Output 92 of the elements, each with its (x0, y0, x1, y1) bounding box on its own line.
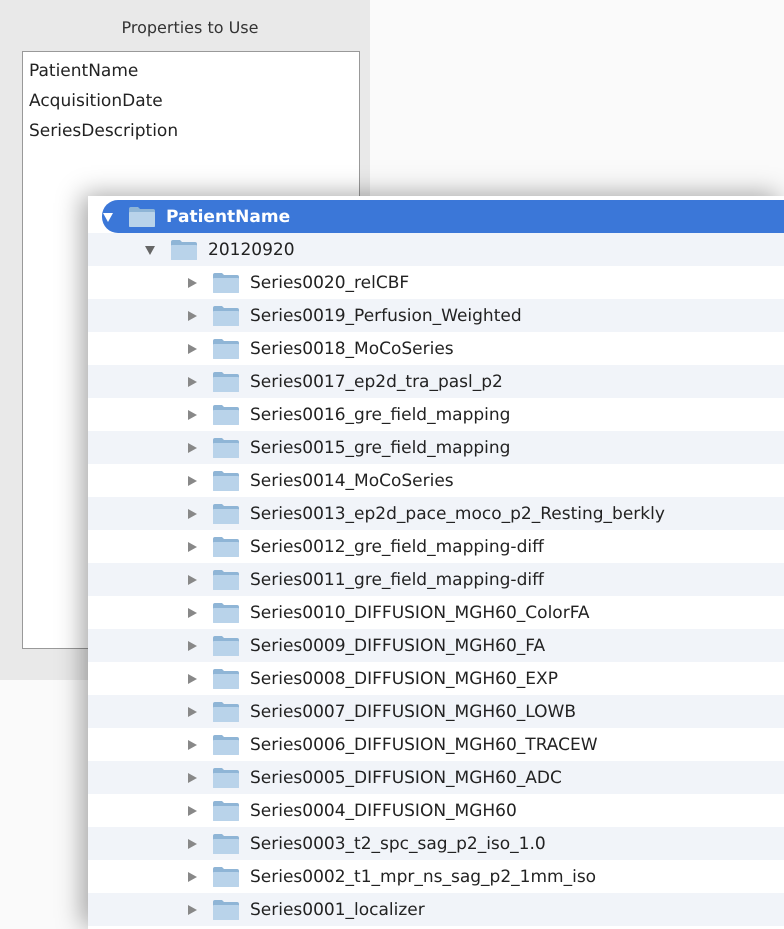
folder-label: Series0017_ep2d_tra_pasl_p2 (250, 372, 503, 392)
tree-row[interactable]: Series0015_gre_field_mapping (88, 431, 784, 464)
expand-triangle-icon[interactable] (186, 738, 198, 750)
folder-label: Series0002_t1_mpr_ns_sag_p2_1mm_iso (250, 866, 596, 886)
folder-icon (212, 634, 240, 656)
folder-label: Series0006_DIFFUSION_MGH60_TRACEW (250, 734, 598, 754)
tree-row[interactable]: Series0007_DIFFUSION_MGH60_LOWB (88, 695, 784, 728)
tree-row[interactable]: Series0012_gre_field_mapping-diff (88, 530, 784, 563)
expand-triangle-icon[interactable] (186, 376, 198, 388)
tree-row[interactable]: Series0002_t1_mpr_ns_sag_p2_1mm_iso (88, 860, 784, 893)
tree-row[interactable]: Series0014_MoCoSeries (88, 464, 784, 497)
folder-label: Series0008_DIFFUSION_MGH60_EXP (250, 668, 558, 688)
folder-label: Series0018_MoCoSeries (250, 338, 454, 358)
folder-icon (212, 470, 240, 492)
tree-row[interactable]: PatientName (102, 200, 784, 233)
folder-label: Series0011_gre_field_mapping-diff (250, 570, 544, 590)
folder-label: Series0016_gre_field_mapping (250, 404, 510, 424)
expand-triangle-icon[interactable] (186, 804, 198, 816)
folder-icon (212, 700, 240, 722)
folder-icon (212, 832, 240, 854)
tree-row[interactable]: Series0009_DIFFUSION_MGH60_FA (88, 629, 784, 662)
folder-label: Series0009_DIFFUSION_MGH60_FA (250, 636, 546, 656)
folder-icon (170, 238, 198, 260)
tree-row[interactable]: Series0017_ep2d_tra_pasl_p2 (88, 365, 784, 398)
folder-label: Series0019_Perfusion_Weighted (250, 306, 522, 326)
tree-row[interactable]: Series0006_DIFFUSION_MGH60_TRACEW (88, 728, 784, 761)
expand-triangle-icon[interactable] (186, 606, 198, 618)
folder-label: Series0015_gre_field_mapping (250, 438, 510, 458)
property-item[interactable]: SeriesDescription (29, 116, 178, 146)
folder-label: 20120920 (208, 240, 295, 260)
folder-label: Series0004_DIFFUSION_MGH60 (250, 800, 517, 820)
expand-triangle-icon[interactable] (186, 772, 198, 784)
tree-row[interactable]: Series0013_ep2d_pace_moco_p2_Resting_berkly (88, 497, 784, 530)
folder-label: PatientName (166, 206, 290, 226)
tree-row[interactable]: Series0010_DIFFUSION_MGH60_ColorFA (88, 596, 784, 629)
folder-label: Series0003_t2_spc_sag_p2_iso_1.0 (250, 834, 546, 854)
folder-icon (212, 536, 240, 558)
property-item[interactable]: PatientName (29, 56, 138, 86)
folder-label: Series0010_DIFFUSION_MGH60_ColorFA (250, 602, 590, 622)
tree-row[interactable]: Series0016_gre_field_mapping (88, 398, 784, 431)
folder-label: Series0001_localizer (250, 900, 425, 920)
tree-row[interactable]: Series0008_DIFFUSION_MGH60_EXP (88, 662, 784, 695)
folder-icon (212, 734, 240, 756)
panel-title: Properties to Use (122, 18, 258, 37)
tree-row[interactable]: Series0018_MoCoSeries (88, 332, 784, 365)
property-item[interactable]: AcquisitionDate (29, 86, 163, 116)
tree-row[interactable]: Series0003_t2_spc_sag_p2_iso_1.0 (88, 827, 784, 860)
folder-label: Series0014_MoCoSeries (250, 470, 454, 490)
folder-label: Series0005_DIFFUSION_MGH60_ADC (250, 768, 562, 788)
tree-row[interactable]: 20120920 (88, 233, 784, 266)
folder-label: Series0012_gre_field_mapping-diff (250, 536, 544, 556)
expand-triangle-icon[interactable] (186, 838, 198, 850)
expand-triangle-icon[interactable] (186, 574, 198, 586)
expand-triangle-icon[interactable] (186, 672, 198, 684)
folder-icon (212, 800, 240, 822)
folder-icon (212, 502, 240, 524)
folder-icon (212, 436, 240, 458)
folder-icon (212, 370, 240, 392)
folder-icon (212, 338, 240, 360)
tree-row[interactable]: Series0019_Perfusion_Weighted (88, 299, 784, 332)
expand-triangle-icon[interactable] (186, 310, 198, 322)
expand-triangle-icon[interactable] (186, 640, 198, 652)
tree-row[interactable]: Series0004_DIFFUSION_MGH60 (88, 794, 784, 827)
expand-triangle-icon[interactable] (186, 442, 198, 454)
expand-triangle-icon[interactable] (186, 276, 198, 288)
tree-row[interactable]: Series0020_relCBF (88, 266, 784, 299)
expand-triangle-icon[interactable] (186, 408, 198, 420)
expand-triangle-icon[interactable] (186, 508, 198, 520)
expand-triangle-icon[interactable] (186, 870, 198, 882)
expand-triangle-icon[interactable] (186, 904, 198, 916)
folder-icon (212, 404, 240, 426)
folder-icon (212, 866, 240, 888)
collapse-triangle-icon[interactable] (144, 244, 156, 256)
expand-triangle-icon[interactable] (186, 706, 198, 718)
folder-label: Series0007_DIFFUSION_MGH60_LOWB (250, 702, 576, 722)
expand-triangle-icon[interactable] (186, 540, 198, 552)
tree-row[interactable]: Series0005_DIFFUSION_MGH60_ADC (88, 761, 784, 794)
tree-row[interactable]: Series0011_gre_field_mapping-diff (88, 563, 784, 596)
tree-row[interactable]: Series0001_localizer (88, 893, 784, 926)
folder-icon (212, 766, 240, 788)
folder-icon (212, 602, 240, 624)
expand-triangle-icon[interactable] (186, 474, 198, 486)
folder-icon (212, 568, 240, 590)
folder-label: Series0020_relCBF (250, 272, 410, 292)
folder-icon (212, 272, 240, 294)
collapse-triangle-icon[interactable] (102, 210, 114, 222)
folder-icon (212, 304, 240, 326)
folder-icon (128, 206, 156, 228)
expand-triangle-icon[interactable] (186, 342, 198, 354)
folder-icon (212, 668, 240, 690)
folder-icon (212, 898, 240, 920)
folder-label: Series0013_ep2d_pace_moco_p2_Resting_berkly (250, 504, 665, 524)
